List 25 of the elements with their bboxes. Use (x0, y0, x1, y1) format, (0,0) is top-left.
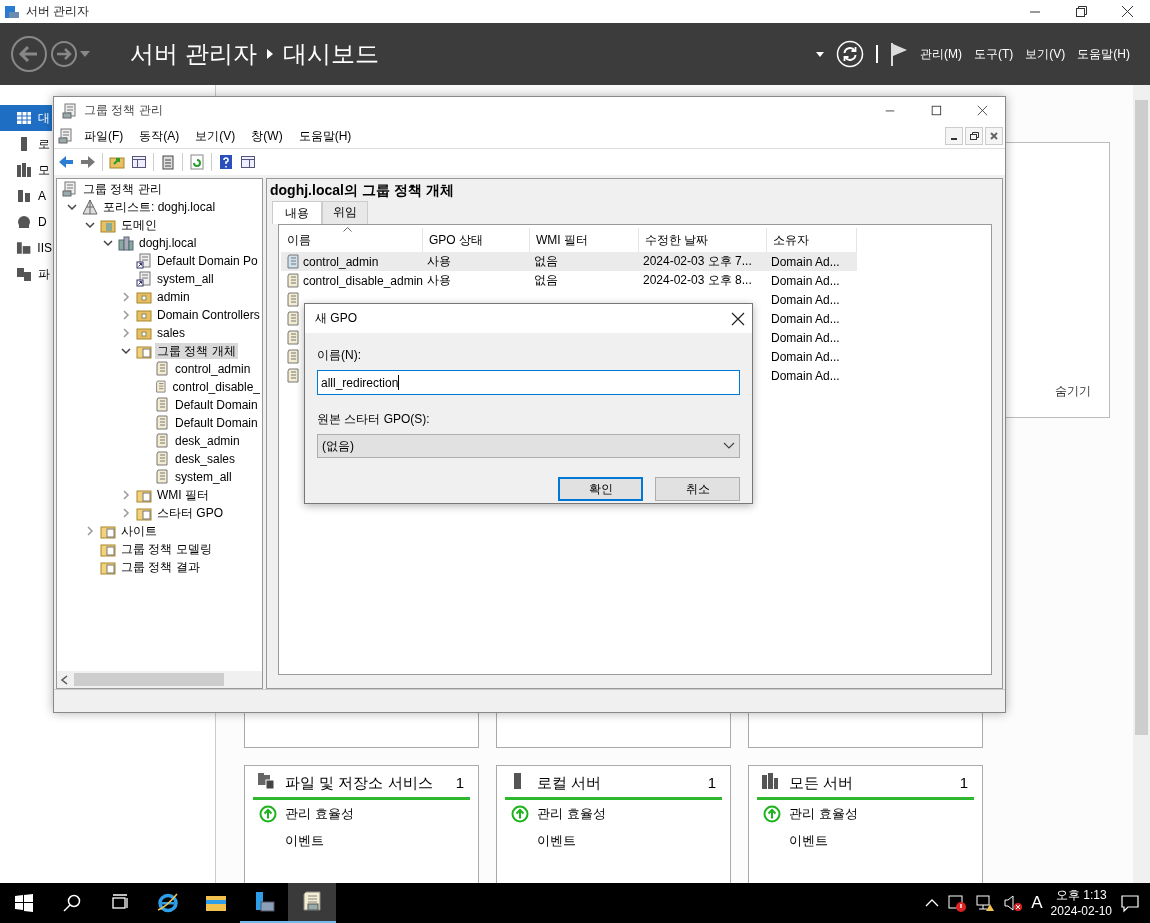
table-cell-text: Domain Ad... (770, 310, 841, 328)
dialog-title: 새 GPO (315, 310, 357, 327)
field-label: 원본 스타터 GPO(S): (317, 411, 431, 428)
window-title: 서버 관리자 (26, 3, 91, 20)
table-cell-text: 2024-02-03 오후 7... (642, 253, 753, 270)
table-cell: control_admin (303, 254, 379, 269)
table-cell-text: Domain Ad... (770, 291, 841, 309)
field-label: 이름(N): (317, 347, 362, 364)
pane-title: doghj.local의 그룹 정책 개체 (269, 181, 455, 200)
table-cell-text: 없음 (533, 272, 559, 289)
window-title: 그룹 정책 관리 (84, 102, 164, 119)
table-cell-text: 없음 (533, 253, 559, 270)
table-cell-text: Domain Ad... (770, 253, 841, 271)
table-cell-text: 2024-02-03 오후 8... (642, 272, 753, 289)
tile-count: 1 (707, 773, 716, 793)
table-cell-text: 사용 (426, 272, 452, 289)
table-cell-text: Domain Ad... (770, 272, 841, 290)
table-cell: control_disable_admin (302, 273, 423, 288)
table-cell-text: 사용 (426, 253, 452, 270)
tile-count: 1 (455, 773, 464, 793)
breadcrumb-item: 대시보드 (282, 39, 379, 69)
table-cell-text: Domain Ad... (770, 367, 841, 385)
table-cell-text: Domain Ad... (770, 329, 841, 347)
tile-count: 1 (959, 773, 968, 793)
table-cell-text: Domain Ad... (770, 348, 841, 366)
